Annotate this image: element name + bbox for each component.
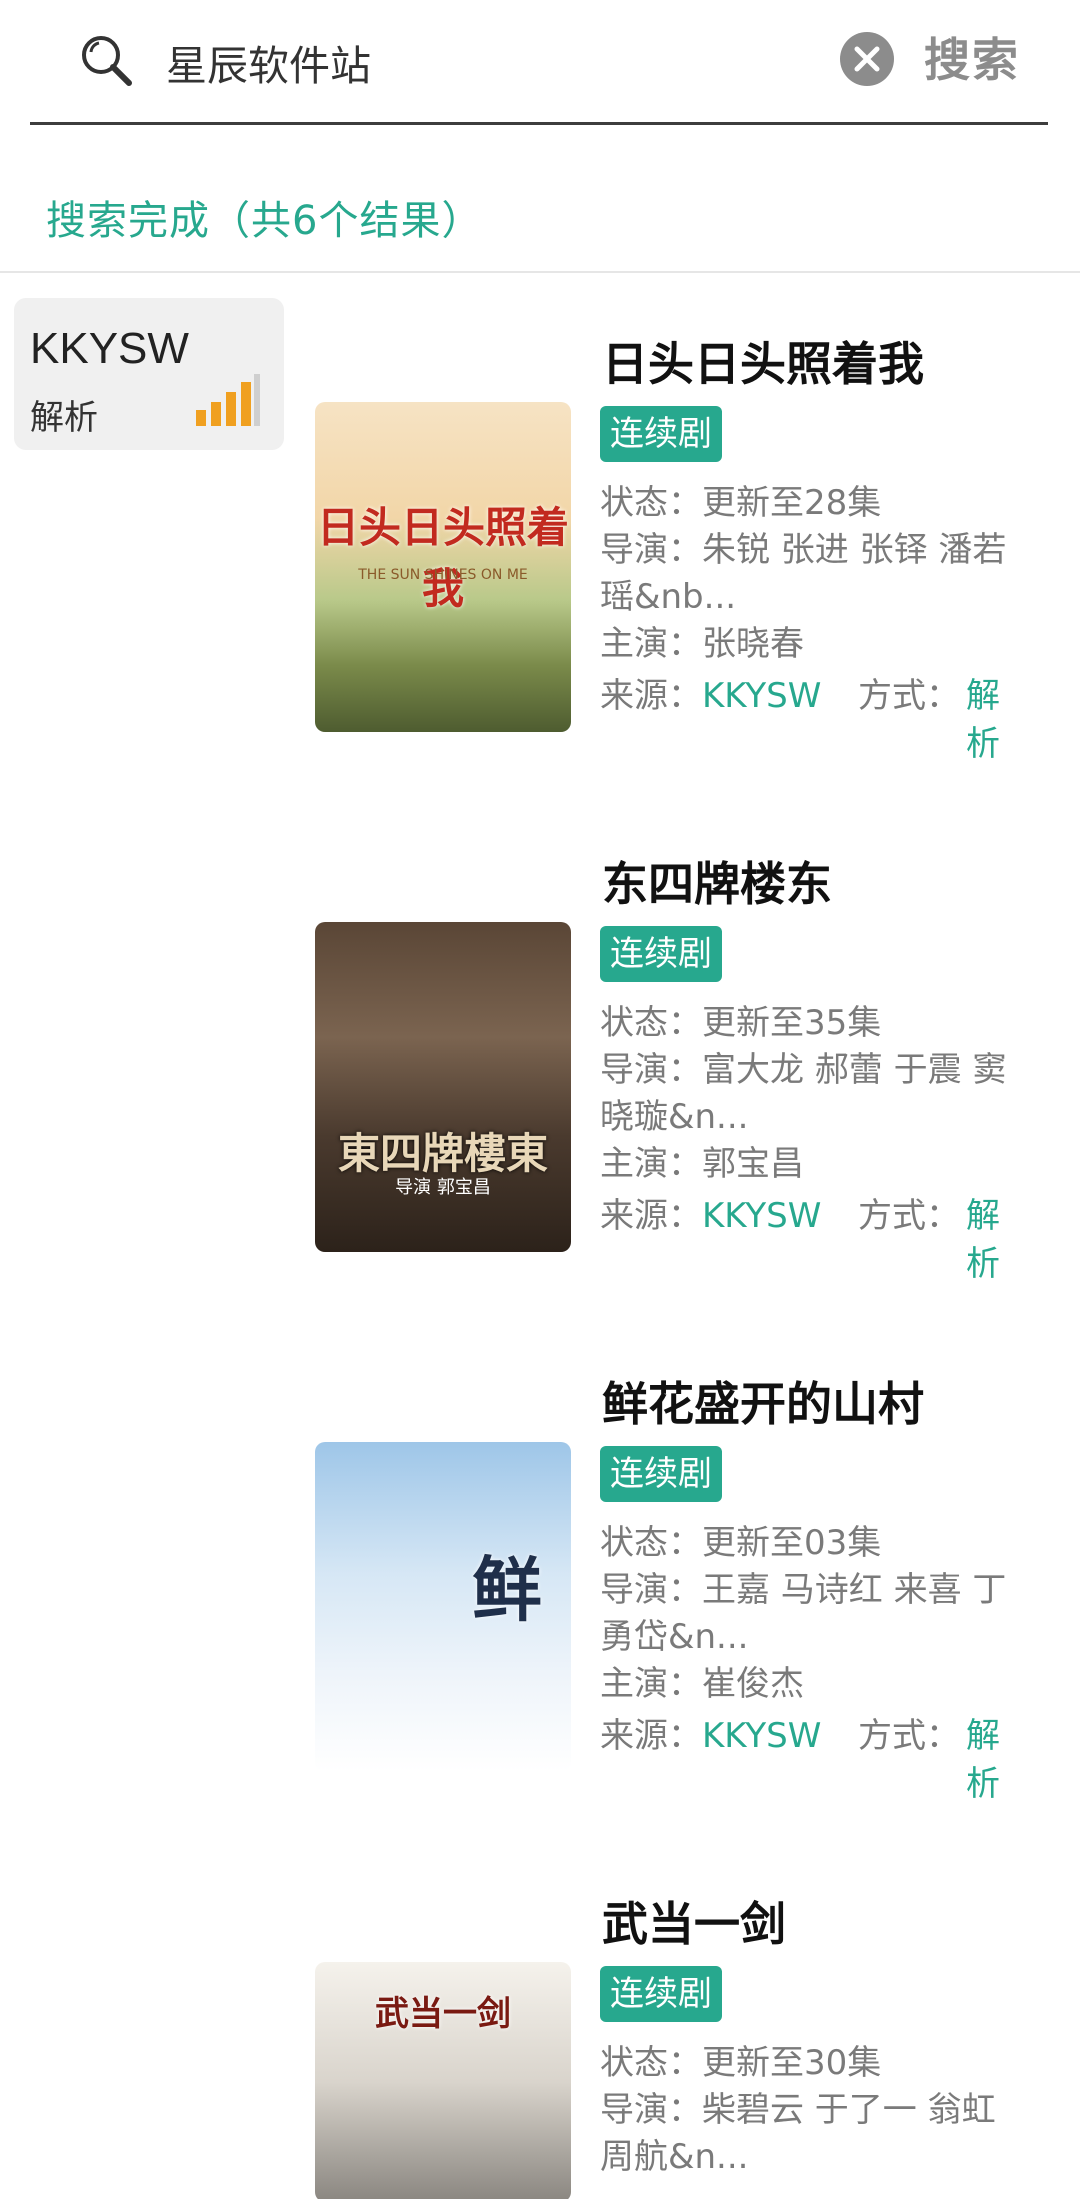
method-line: 方式： 解析 (858, 676, 1000, 764)
actor-line: 主演：郭宝昌 (600, 1144, 804, 1184)
status-line: 状态：更新至30集 (600, 2043, 882, 2083)
poster-image[interactable]: 鲜 (315, 1442, 571, 1772)
category-badge: 连续剧 (600, 406, 722, 462)
director-line: 导演：柴碧云 于了一 翁虹 周航&n... (600, 2090, 996, 2177)
search-underline (30, 122, 1048, 125)
director-line: 导演：王嘉 马诗红 来喜 丁勇岱&n... (600, 1570, 1007, 1657)
category-badge: 连续剧 (600, 1966, 722, 2022)
result-item[interactable]: 武当一剑 武当一剑 连续剧 状态：更新至30集 导演：柴碧云 于了一 翁虹 周航… (0, 1870, 1080, 2199)
result-title[interactable]: 东四牌楼东 (602, 848, 832, 914)
source-line: 来源：KKYSW (600, 676, 822, 716)
poster-image[interactable]: 日头日头照着我 THE SUN SHINES ON ME (315, 402, 571, 732)
result-item[interactable]: 鲜 鲜花盛开的山村 连续剧 状态：更新至03集 导演：王嘉 马诗红 来喜 丁勇岱… (0, 1350, 1080, 1870)
search-icon (82, 36, 132, 86)
result-item[interactable]: 日头日头照着我 THE SUN SHINES ON ME 日头日头照着我 连续剧… (0, 310, 1080, 830)
result-title[interactable]: 日头日头照着我 (602, 328, 924, 394)
category-badge: 连续剧 (600, 1446, 722, 1502)
status-line: 状态：更新至28集 (600, 483, 882, 523)
director-line: 导演：富大龙 郝蕾 于震 窦晓璇&n... (600, 1050, 1007, 1137)
divider (0, 271, 1080, 273)
director-line: 导演：朱锐 张进 张铎 潘若瑶&nb... (600, 530, 1007, 617)
method-line: 方式： 解析 (858, 1196, 1000, 1284)
search-button[interactable]: 搜索 (924, 28, 1020, 92)
poster-subtitle-art: 导演 郭宝昌 (395, 1176, 491, 1198)
poster-title-art: 鲜 (472, 1548, 542, 1632)
status-line: 状态：更新至35集 (600, 1003, 882, 1043)
poster-title-art: 日头日头照着我 (316, 503, 569, 614)
result-title[interactable]: 武当一剑 (602, 1888, 786, 1954)
close-icon (854, 46, 880, 72)
poster-image[interactable]: 武当一剑 (315, 1962, 571, 2199)
search-status: 搜索完成（共6个结果） (46, 198, 483, 244)
status-line: 状态：更新至03集 (600, 1523, 882, 1563)
poster-title-art: 武当一剑 (375, 1994, 511, 2034)
actor-line: 主演：张晓春 (600, 624, 804, 664)
clear-search-button[interactable] (840, 32, 894, 86)
actor-line: 主演：崔俊杰 (600, 1664, 804, 1704)
category-badge: 连续剧 (600, 926, 722, 982)
source-line: 来源：KKYSW (600, 1196, 822, 1236)
result-item[interactable]: 東四牌樓東 导演 郭宝昌 东四牌楼东 连续剧 状态：更新至35集 导演：富大龙 … (0, 830, 1080, 1350)
result-title[interactable]: 鲜花盛开的山村 (602, 1368, 924, 1434)
poster-image[interactable]: 東四牌樓東 导演 郭宝昌 (315, 922, 571, 1252)
poster-subtitle-art: THE SUN SHINES ON ME (358, 567, 528, 583)
search-input[interactable] (166, 30, 806, 94)
method-line: 方式： 解析 (858, 1716, 1000, 1804)
source-line: 来源：KKYSW (600, 1716, 822, 1756)
